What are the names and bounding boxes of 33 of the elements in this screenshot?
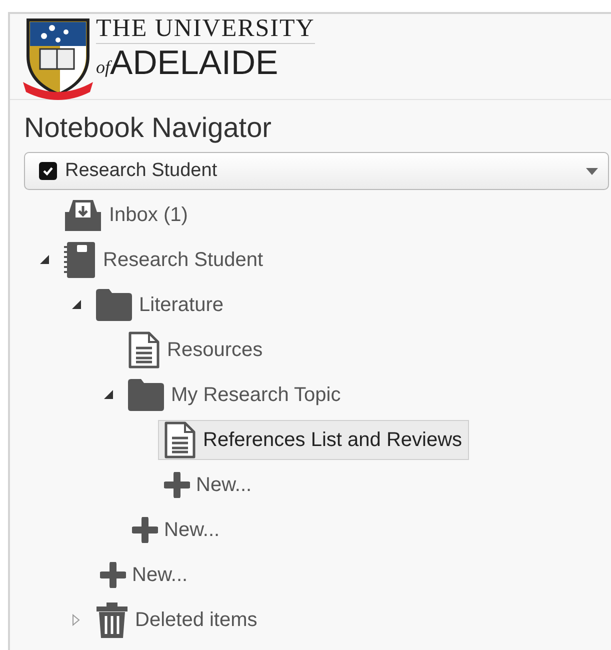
plus-icon xyxy=(100,562,126,588)
tree-item[interactable]: New... xyxy=(163,464,259,504)
expand-triangle-icon[interactable] xyxy=(72,614,80,626)
tree-item[interactable]: Research Student xyxy=(62,240,270,280)
collapse-triangle-icon[interactable] xyxy=(40,255,49,264)
tree-item[interactable]: Resources xyxy=(126,330,270,370)
collapse-triangle-icon[interactable] xyxy=(104,390,113,399)
tree-item[interactable]: New... xyxy=(99,554,195,594)
inbox-icon xyxy=(63,198,103,232)
tree-item[interactable]: References List and Reviews xyxy=(158,420,470,460)
logo-text: ADELAIDE xyxy=(110,46,278,80)
collapse-triangle-icon[interactable] xyxy=(72,300,81,309)
notebook-icon xyxy=(63,240,97,278)
tree-item[interactable]: Deleted items xyxy=(94,600,264,640)
checkbox[interactable] xyxy=(39,162,57,180)
notebook-dropdown[interactable]: Research Student xyxy=(24,152,609,190)
tree-item[interactable]: Literature xyxy=(94,284,230,324)
dropdown-caret-icon xyxy=(586,168,598,174)
checkmark-icon xyxy=(42,165,54,177)
plus-icon xyxy=(132,516,158,542)
document-icon xyxy=(127,330,161,368)
tree-item[interactable]: My Research Topic xyxy=(126,374,348,414)
plus-icon xyxy=(164,472,190,498)
document-icon xyxy=(163,420,197,458)
dropdown-value: Research Student xyxy=(65,158,218,183)
logo-text: THE UNIVERSITY xyxy=(96,16,315,44)
tree-item[interactable]: Inbox (1) xyxy=(62,194,195,234)
folder-icon xyxy=(127,378,165,412)
trash-icon xyxy=(95,600,129,638)
tree-item[interactable]: New... xyxy=(131,510,227,550)
panel-title: Notebook Navigator xyxy=(24,111,272,145)
logo-text: of xyxy=(96,58,110,79)
folder-icon xyxy=(95,288,133,322)
